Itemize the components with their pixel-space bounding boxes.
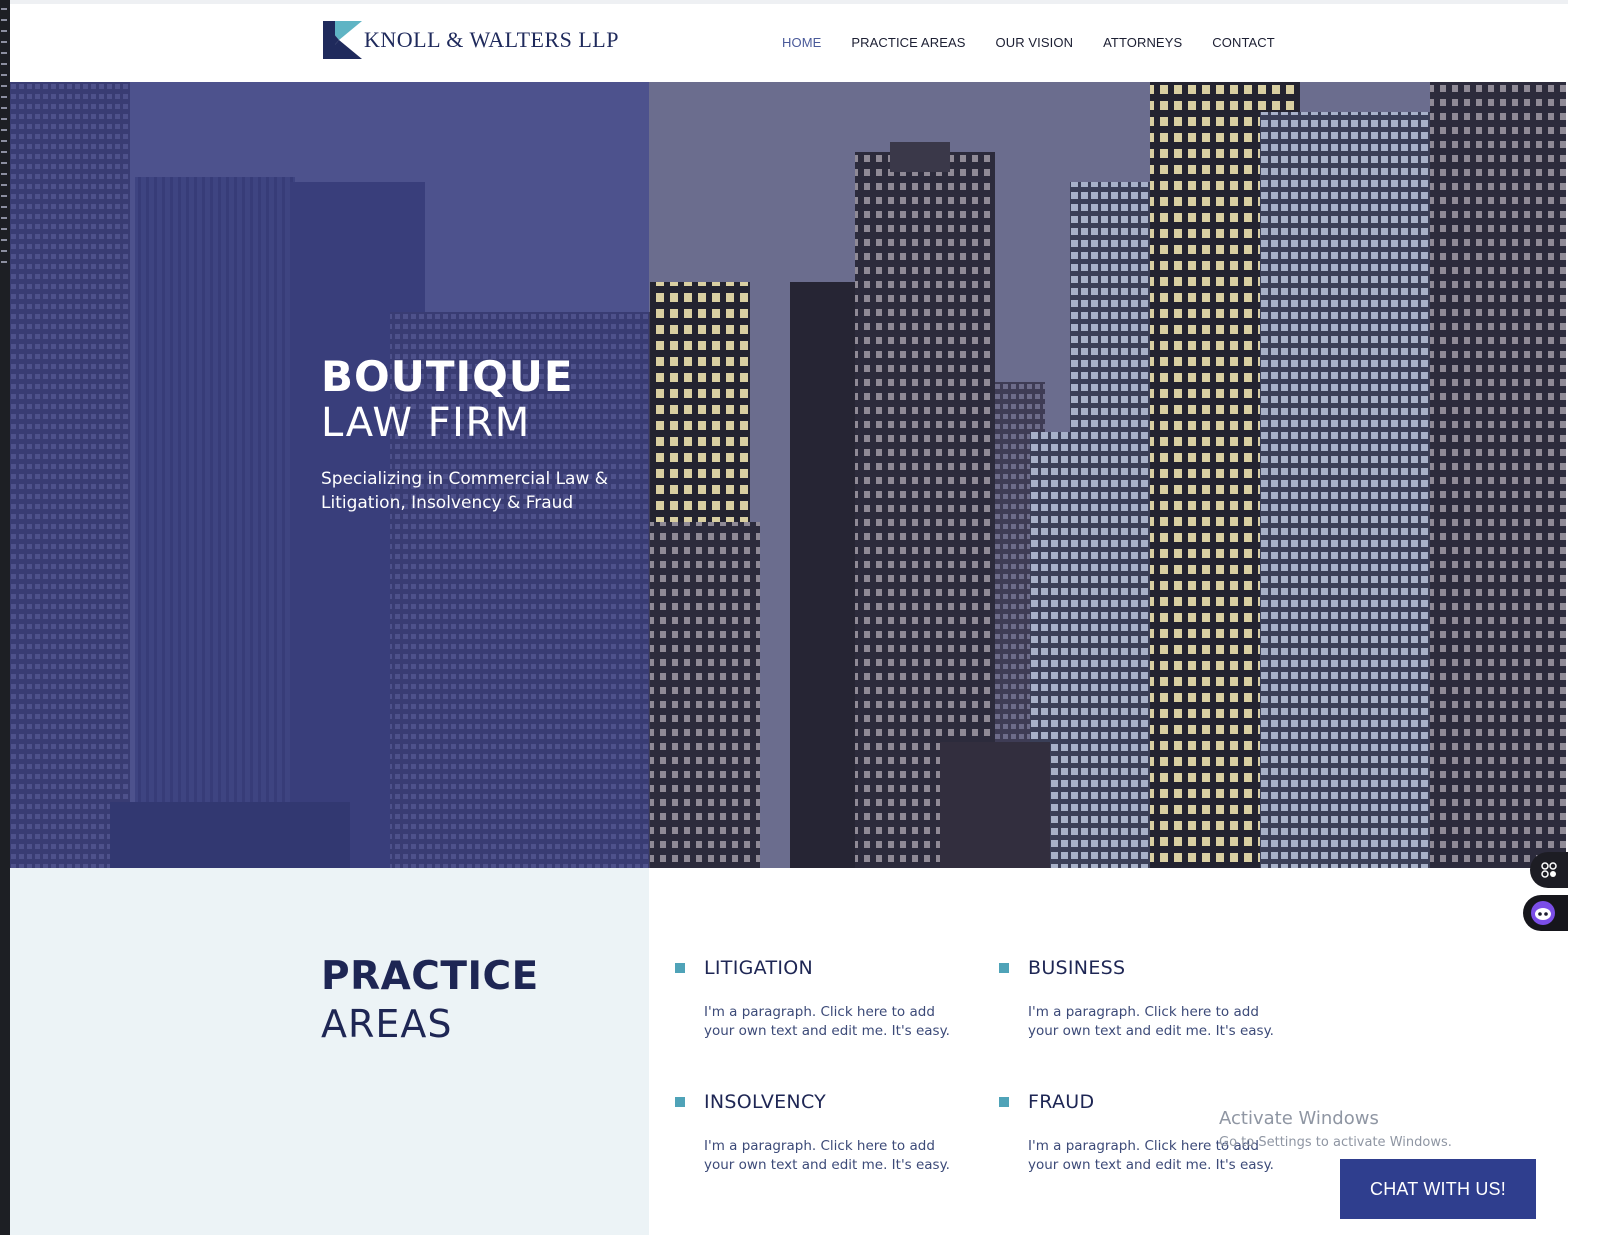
square-bullet-icon — [999, 1097, 1009, 1107]
practice-area-title: LITIGATION — [704, 957, 814, 979]
extension-grid-button[interactable] — [1530, 852, 1568, 888]
practice-area-title: INSOLVENCY — [704, 1091, 827, 1113]
window-edge-mark — [1, 206, 7, 208]
logo[interactable]: KNOLL & WALTERS LLP — [323, 21, 619, 59]
nav-attorneys[interactable]: ATTORNEYS — [1103, 35, 1182, 50]
window-edge-mark — [1, 85, 7, 87]
window-edge-mark — [1, 228, 7, 230]
hero-title-light: LAW FIRM — [321, 400, 531, 446]
window-edge-mark — [1, 162, 7, 164]
hero-subtitle: Specializing in Commercial Law & Litigat… — [321, 469, 609, 513]
bot-face-icon — [1531, 901, 1555, 925]
watermark-subtitle: Go to Settings to activate Windows. — [1219, 1135, 1452, 1150]
window-edge-mark — [1, 184, 7, 186]
chat-button[interactable]: CHAT WITH US! — [1340, 1159, 1536, 1219]
practice-title-light: AREAS — [321, 1002, 453, 1046]
nav-contact[interactable]: CONTACT — [1212, 35, 1275, 50]
main-nav: HOME PRACTICE AREAS OUR VISION ATTORNEYS… — [782, 35, 1305, 50]
window-edge-mark — [1, 30, 7, 32]
window-edge-mark — [1, 52, 7, 54]
window-edge-mark — [1, 250, 7, 252]
window-edge-mark — [1, 151, 7, 153]
square-bullet-icon — [999, 963, 1009, 973]
window-edge-mark — [1, 217, 7, 219]
extension-grid-icon — [1541, 862, 1557, 878]
window-edge-mark — [1, 63, 7, 65]
window-edge-mark — [1, 195, 7, 197]
site-header: KNOLL & WALTERS LLP HOME PRACTICE AREAS … — [10, 4, 1568, 82]
assistant-bot-button[interactable] — [1523, 895, 1568, 931]
square-bullet-icon — [675, 963, 685, 973]
website-page: KNOLL & WALTERS LLP HOME PRACTICE AREAS … — [10, 4, 1568, 1235]
window-edge-mark — [1, 107, 7, 109]
window-edge-mark — [1, 239, 7, 241]
window-edge-mark — [1, 129, 7, 131]
practice-area-litigation: LITIGATION I'm a paragraph. Click here t… — [675, 957, 984, 1041]
practice-area-text: I'm a paragraph. Click here to add your … — [704, 1138, 950, 1173]
practice-area-text: I'm a paragraph. Click here to add your … — [1028, 1004, 1274, 1039]
window-edge-mark — [1, 261, 7, 263]
window-edge-mark — [1, 8, 7, 10]
window-edge-mark — [1, 118, 7, 120]
hero-section: BOUTIQUE LAW FIRM Specializing in Commer… — [10, 82, 1568, 868]
nav-home[interactable]: HOME — [782, 35, 821, 50]
window-edge-mark — [1, 19, 7, 21]
watermark-title: Activate Windows — [1219, 1108, 1379, 1129]
windows-activation-watermark: Activate Windows Go to Settings to activ… — [1219, 1108, 1452, 1150]
logo-mark-icon — [323, 21, 362, 59]
practice-title-bold: PRACTICE — [321, 954, 539, 999]
square-bullet-icon — [675, 1097, 685, 1107]
window-edge-mark — [1, 74, 7, 76]
nav-practice-areas[interactable]: PRACTICE AREAS — [851, 35, 965, 50]
nav-our-vision[interactable]: OUR VISION — [996, 35, 1074, 50]
practice-area-title: BUSINESS — [1028, 957, 1126, 979]
window-edge-mark — [1, 140, 7, 142]
window-edge-mark — [1, 41, 7, 43]
page-scrollbar[interactable] — [1566, 24, 1568, 1235]
practice-area-business: BUSINESS I'm a paragraph. Click here to … — [999, 957, 1308, 1041]
window-edge-mark — [1, 173, 7, 175]
left-window-edge — [0, 0, 10, 1235]
firm-name: KNOLL & WALTERS LLP — [364, 27, 619, 52]
practice-left-panel — [10, 868, 649, 1235]
hero-title-bold: BOUTIQUE — [321, 352, 574, 401]
window-edge-mark — [1, 96, 7, 98]
practice-areas-section: PRACTICE AREAS LITIGATION I'm a paragrap… — [10, 868, 1568, 1235]
practice-area-insolvency: INSOLVENCY I'm a paragraph. Click here t… — [675, 1091, 984, 1175]
practice-area-text: I'm a paragraph. Click here to add your … — [704, 1004, 950, 1039]
